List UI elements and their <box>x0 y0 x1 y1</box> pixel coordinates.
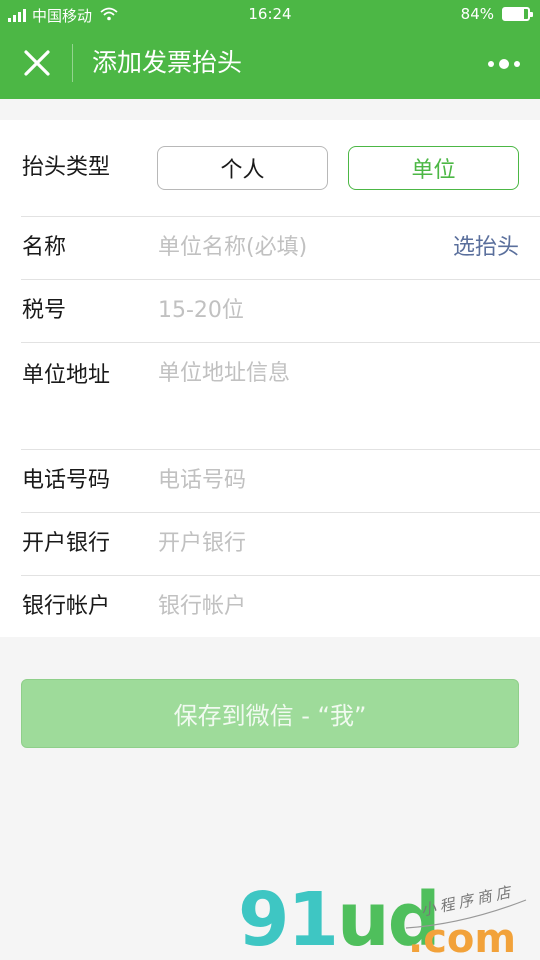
account-label: 银行帐户 <box>22 594 111 619</box>
type-row: 抬头类型 个人 单位 <box>0 120 540 217</box>
watermark-dotcom: .com <box>408 916 517 960</box>
pick-header-link[interactable]: 选抬头 <box>453 233 519 263</box>
save-to-wechat-button[interactable]: 保存到微信 - “我” <box>21 679 519 748</box>
watermark-logo: 91ud 小程序商店 .com <box>238 880 538 960</box>
divider <box>21 512 540 513</box>
divider <box>21 575 540 576</box>
bank-label: 开户银行 <box>22 531 111 556</box>
top-bar: 中国移动 16:24 84% 添加发票抬头 <box>0 0 540 99</box>
type-company-button[interactable]: 单位 <box>348 146 519 190</box>
more-icon <box>488 61 494 67</box>
phone-input[interactable] <box>158 466 438 496</box>
page-title: 添加发票抬头 <box>92 48 243 77</box>
status-bar: 中国移动 16:24 84% <box>0 0 540 28</box>
status-right: 84% <box>460 5 533 23</box>
battery-percent: 84% <box>460 5 494 23</box>
bank-input[interactable] <box>158 529 438 559</box>
nav-divider <box>72 44 73 82</box>
divider <box>21 279 540 280</box>
type-personal-button[interactable]: 个人 <box>157 146 328 190</box>
close-button[interactable] <box>16 42 58 84</box>
close-icon <box>24 50 50 76</box>
address-input[interactable] <box>158 359 438 431</box>
name-input[interactable] <box>158 233 438 263</box>
divider <box>21 216 540 217</box>
invoice-form: 抬头类型 个人 单位 名称 选抬头 税号 单位地址 电话号码 开户银行 银行帐户 <box>0 120 540 637</box>
address-label: 单位地址 <box>22 363 111 388</box>
tax-label: 税号 <box>22 298 67 323</box>
status-time: 16:24 <box>248 5 292 23</box>
type-label: 抬头类型 <box>22 155 111 180</box>
tax-number-input[interactable] <box>158 296 438 326</box>
divider <box>21 342 540 343</box>
name-label: 名称 <box>22 235 67 260</box>
phone-label: 电话号码 <box>22 468 111 493</box>
battery-icon <box>502 7 533 21</box>
account-input[interactable] <box>158 592 438 622</box>
nav-bar: 添加发票抬头 <box>0 28 540 99</box>
divider <box>21 449 540 450</box>
battery-fill <box>504 9 525 19</box>
more-button[interactable] <box>486 50 522 78</box>
